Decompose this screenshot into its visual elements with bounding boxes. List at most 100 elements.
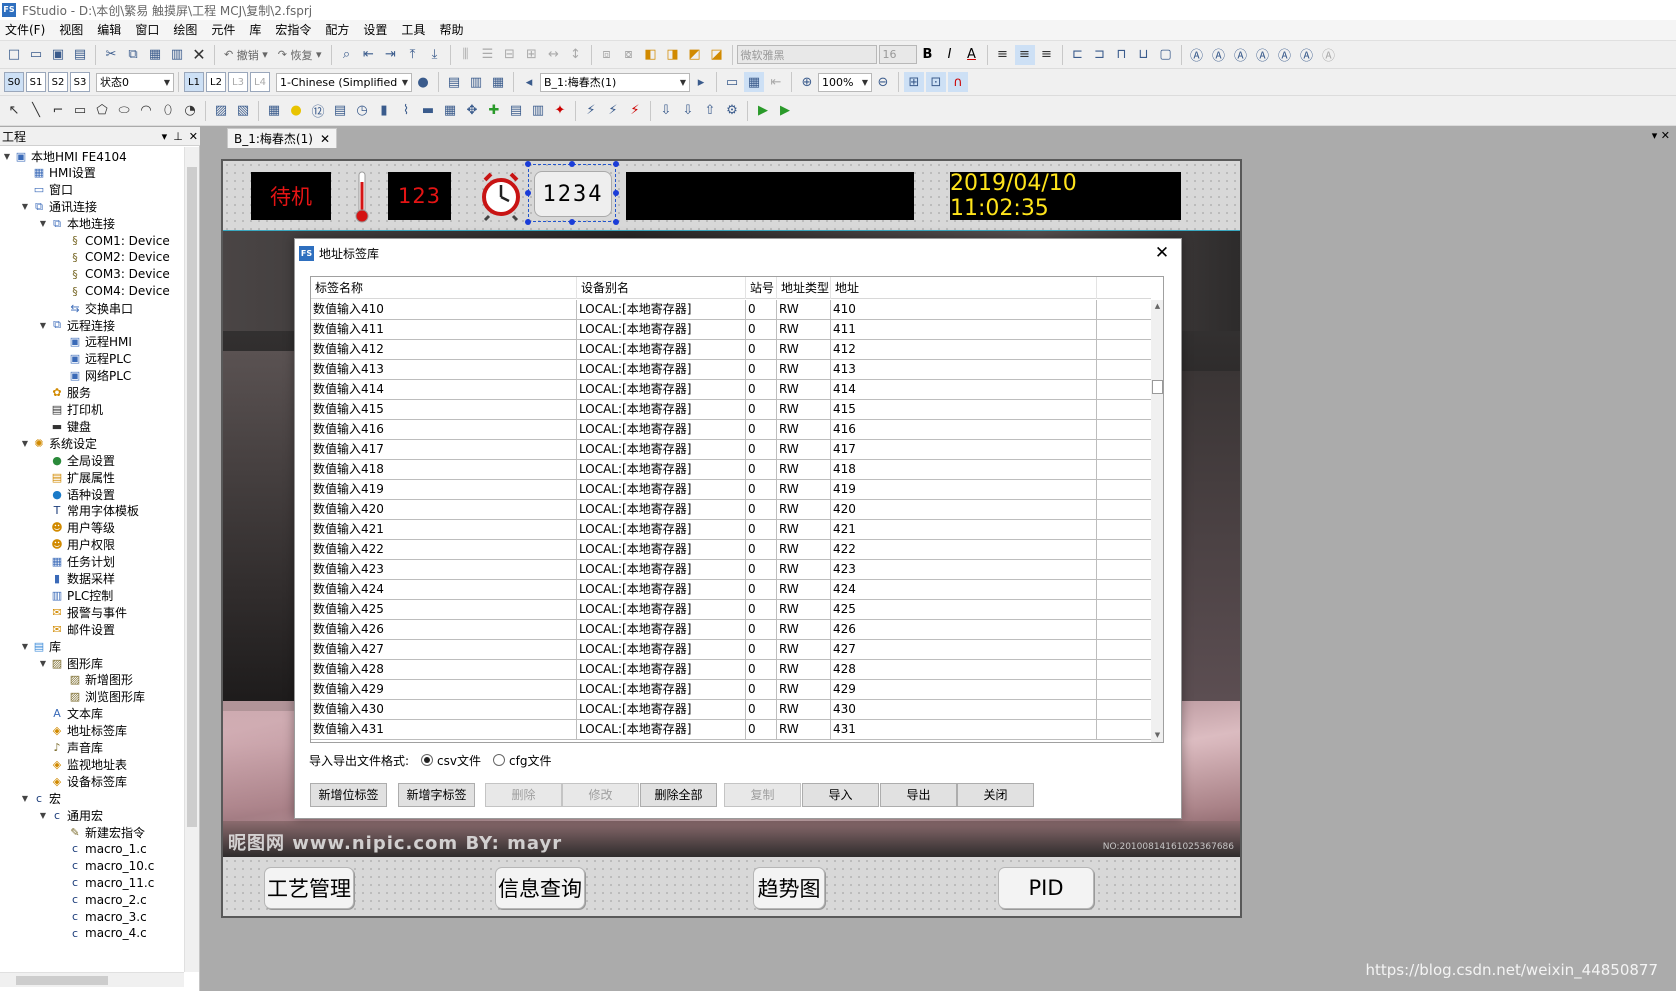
globe-icon[interactable]: ● [413, 72, 433, 92]
align-right-objects-icon[interactable]: ⇥ [381, 45, 401, 65]
tree-item[interactable]: ☻ 用户等级 [38, 519, 115, 537]
new-file-icon[interactable]: □ [4, 45, 24, 65]
dialog-button[interactable]: 复制 [724, 783, 801, 807]
tree-item[interactable]: A 文本库 [38, 705, 103, 723]
settings-tool-icon[interactable]: ⚙ [722, 101, 742, 121]
tree-item[interactable]: ▤ 打印机 [38, 401, 103, 419]
align-top-objects-icon[interactable]: ⤒ [403, 45, 423, 65]
pid-button[interactable]: PID [998, 867, 1094, 909]
dialog-button[interactable]: 删除全部 [640, 783, 717, 807]
distribute-v-icon[interactable]: ☰ [478, 45, 498, 65]
zoom-in-icon[interactable]: ⊕ [797, 72, 817, 92]
table-icon[interactable]: ▦ [440, 101, 460, 121]
layout-a-icon[interactable]: ⊏ [1068, 45, 1088, 65]
zoom-out-icon[interactable]: ⊖ [873, 72, 893, 92]
menu-item[interactable]: 配方 [320, 20, 358, 41]
table-row[interactable]: 数值输入427 LOCAL:[本地寄存器] 0 RW 427 [311, 640, 1151, 660]
state-button[interactable]: S2 [48, 72, 68, 92]
simulate-offline-icon[interactable]: ▶ [775, 101, 795, 121]
pointer-icon[interactable]: ↖ [4, 101, 24, 121]
tree-item[interactable]: ✿ 服务 [38, 384, 91, 402]
thermometer-icon[interactable] [352, 170, 372, 224]
menu-item[interactable]: 帮助 [434, 20, 472, 41]
tree-item[interactable]: ▼ ▣ 本地HMI FE4104 [2, 147, 127, 165]
picture-icon[interactable]: ▨ [211, 101, 231, 121]
trend-chart-button[interactable]: 趋势图 [753, 867, 825, 909]
zoom-select[interactable]: 100% ▼ [818, 72, 872, 92]
alarm-clock-icon[interactable] [479, 170, 523, 222]
panel-dropdown-icon[interactable]: ▾ [162, 130, 168, 143]
italic-button[interactable]: I [940, 45, 960, 65]
column-header[interactable]: 地址 [831, 277, 1097, 299]
close-icon[interactable]: ✕ [1151, 242, 1173, 264]
table-row[interactable]: 数值输入428 LOCAL:[本地寄存器] 0 RW 428 [311, 660, 1151, 680]
tree-item[interactable]: ▮ 数据采样 [38, 570, 115, 588]
download-icon[interactable]: ⇩ [656, 101, 676, 121]
menu-item[interactable]: 工具 [396, 20, 434, 41]
font-name-select[interactable]: 微软雅黑 [736, 45, 877, 64]
tree-item[interactable]: ▦ 任务计划 [38, 553, 115, 571]
dialog-button[interactable]: 导出 [880, 783, 957, 807]
selection-handle[interactable] [525, 219, 531, 225]
compile-all-icon[interactable]: ⚡ [603, 101, 623, 121]
tree-item[interactable]: ✎ 新建宏指令 [56, 823, 145, 841]
font-a6-icon[interactable]: Ⓐ [1297, 45, 1317, 65]
tree-item[interactable]: ● 全局设置 [38, 451, 115, 469]
compile-icon[interactable]: ⚡ [581, 101, 601, 121]
cfg-radio-label[interactable]: cfg文件 [509, 752, 551, 769]
undo-button[interactable]: ↶ 撤销 ▾ [220, 45, 272, 65]
font-a3-icon[interactable]: Ⓐ [1231, 45, 1251, 65]
dialog-button[interactable]: 新增位标签 [310, 783, 387, 807]
menu-item[interactable]: 窗口 [130, 20, 168, 41]
close-icon[interactable]: ✕ [189, 130, 198, 143]
tree-item[interactable]: ♪ 声音库 [38, 739, 103, 757]
table-row[interactable]: 数值输入422 LOCAL:[本地寄存器] 0 RW 422 [311, 540, 1151, 560]
tree-item[interactable]: ▼ c 宏 [20, 789, 61, 807]
tree-item[interactable]: ▼ ⧉ 远程连接 [38, 316, 115, 334]
text-align-left-icon[interactable]: ≡ [993, 45, 1013, 65]
table-row[interactable]: 数值输入417 LOCAL:[本地寄存器] 0 RW 417 [311, 440, 1151, 460]
table-row[interactable]: 数值输入415 LOCAL:[本地寄存器] 0 RW 415 [311, 400, 1151, 420]
tree-vertical-scrollbar[interactable] [184, 147, 199, 972]
tree-item[interactable]: § COM1: Device [56, 232, 169, 250]
tree-item[interactable]: ▣ 远程PLC [56, 350, 132, 368]
close-icon[interactable]: ✕ [320, 132, 330, 146]
dialog-button[interactable]: 关闭 [957, 783, 1034, 807]
copy-icon[interactable]: ⧉ [123, 45, 143, 65]
window-frame-icon[interactable]: ▭ [722, 72, 742, 92]
expand-toggle-icon[interactable]: ▼ [38, 811, 48, 820]
printer-icon[interactable]: ▤ [506, 101, 526, 121]
layer-button[interactable]: L4 [250, 72, 270, 92]
menu-item[interactable]: 元件 [206, 20, 244, 41]
dialog-button[interactable]: 新增字标签 [398, 783, 475, 807]
window-copy-icon[interactable]: ▥ [466, 72, 486, 92]
find-icon[interactable]: ⌕ [337, 45, 357, 65]
ascii-input-icon[interactable]: ▤ [330, 101, 350, 121]
clock-icon[interactable]: ◷ [352, 101, 372, 121]
move-icon[interactable]: ✥ [462, 101, 482, 121]
save-icon[interactable]: ▣ [48, 45, 68, 65]
csv-radio[interactable] [421, 754, 434, 766]
alarm-tool-icon[interactable]: ✦ [550, 101, 570, 121]
delete-icon[interactable]: ✕ [189, 45, 209, 65]
dialog-button[interactable]: 修改 [562, 783, 639, 807]
scrollbar-thumb[interactable] [1152, 380, 1163, 394]
process-management-button[interactable]: 工艺管理 [264, 867, 354, 909]
menu-item[interactable]: 设置 [358, 20, 396, 41]
tree-item[interactable]: ☻ 用户权限 [38, 536, 115, 554]
menu-item[interactable]: 编辑 [92, 20, 130, 41]
tab-list-dropdown-icon[interactable]: ▾ ✕ [1652, 129, 1670, 142]
table-row[interactable]: 数值输入430 LOCAL:[本地寄存器] 0 RW 430 [311, 700, 1151, 720]
table-vertical-scrollbar[interactable]: ▲ ▼ [1151, 300, 1163, 742]
datetime-display[interactable]: 2019/04/10 11:02:35 [950, 171, 1181, 221]
text-align-right-icon[interactable]: ≡ [1037, 45, 1057, 65]
table-row[interactable]: 数值输入423 LOCAL:[本地寄存器] 0 RW 423 [311, 560, 1151, 580]
table-row[interactable]: 数值输入419 LOCAL:[本地寄存器] 0 RW 419 [311, 480, 1151, 500]
expand-toggle-icon[interactable]: ▼ [2, 152, 12, 161]
font-a5-icon[interactable]: Ⓐ [1275, 45, 1295, 65]
save-all-icon[interactable]: ▤ [70, 45, 90, 65]
tree-item[interactable]: ◈ 设备标签库 [38, 772, 127, 790]
tree-item[interactable]: c macro_1.c [56, 840, 147, 858]
text-align-center-icon[interactable]: ≡ [1014, 44, 1035, 65]
scroll-up-icon[interactable]: ▲ [1151, 300, 1163, 313]
